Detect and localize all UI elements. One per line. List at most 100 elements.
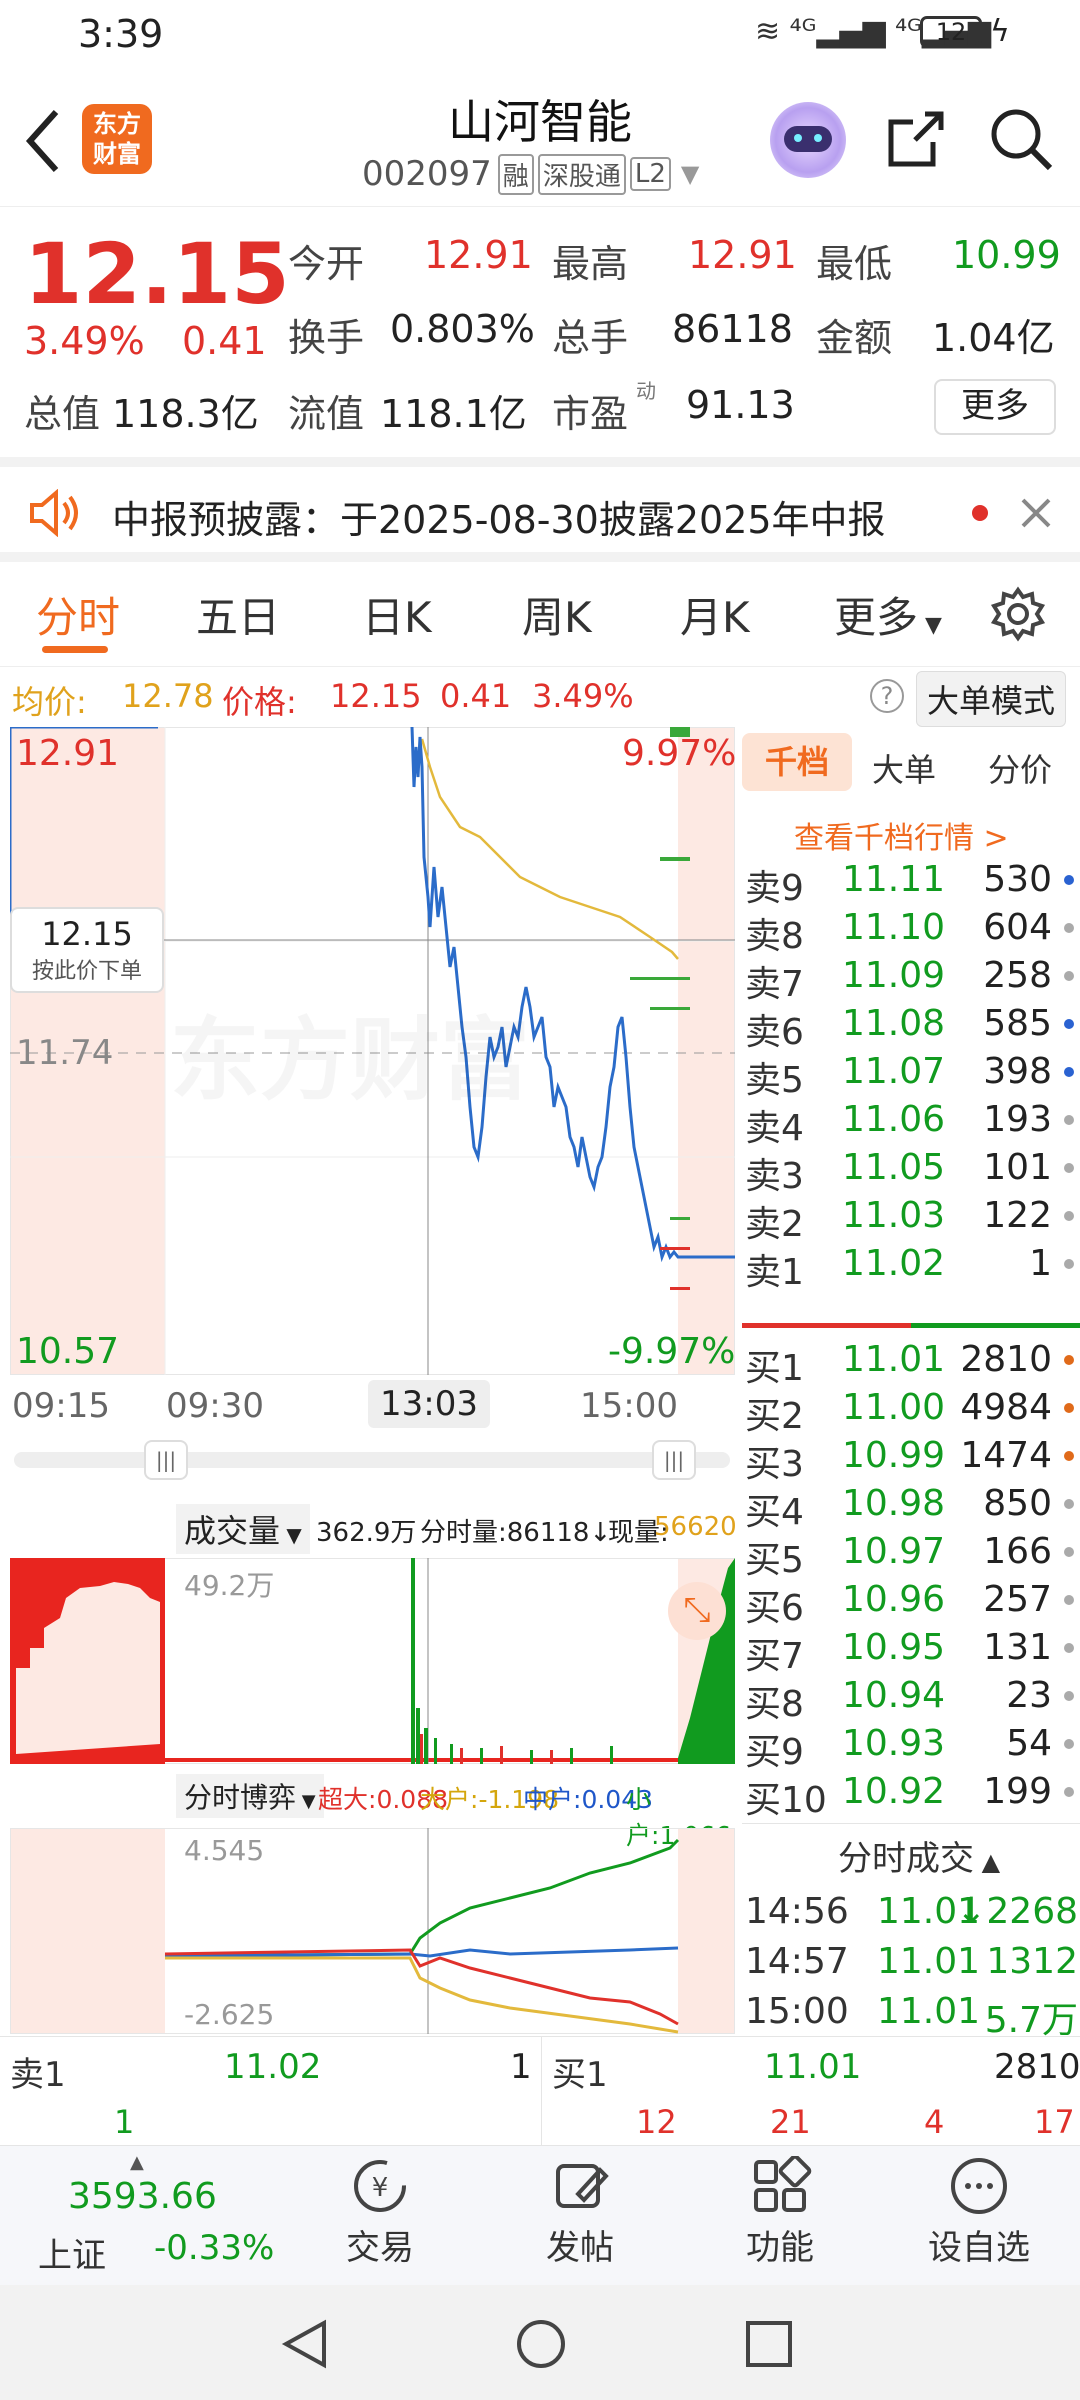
tab-weekly-k[interactable]: 周K [522,584,592,645]
float-value: 118.1亿 [380,392,527,436]
bid-marker-dot [1064,1355,1074,1365]
slider-left-handle[interactable]: ||| [144,1440,188,1480]
bid-row[interactable]: 买1 11.01 2810 [742,1335,1080,1389]
ask-row[interactable]: 卖2 11.03 122 [742,1191,1080,1245]
trade-time: 15:00 [745,1991,849,2032]
nav-home-icon[interactable] [514,2317,568,2371]
time-cursor: 13:03 [368,1380,490,1428]
tab-big-orders[interactable]: 大单 [872,745,936,791]
order-book: 千档 大单 分价 查看千档行情 > 卖9 11.11 530 卖8 11.10 604 卖7… [742,727,1080,2041]
view-thousand-levels-link[interactable]: 查看千档行情 > [794,813,1009,857]
cursor-price-tag[interactable]: 12.15 按此价下单 [10,907,164,993]
ask-volume: 398 [983,1051,1052,1092]
search-icon[interactable] [988,106,1054,172]
ask-volume: 1 [1029,1243,1052,1284]
close-icon[interactable] [1020,497,1052,529]
chart-top-pct: 9.97% [622,733,737,774]
amount-value: 1.04亿 [932,316,1055,360]
volume-selector[interactable]: 成交量 ▼ [176,1504,310,1554]
ask-row[interactable]: 卖9 11.11 530 [742,855,1080,909]
flow-max: 4.545 [184,1834,265,1867]
open-value: 12.91 [424,233,533,277]
trade-price: 11.01 [877,1941,981,1982]
speaker-icon [30,489,78,537]
add-watchlist-button[interactable]: 设自选 [914,2156,1044,2280]
tab-thousand-levels[interactable]: 千档 [742,733,852,791]
avg-label: 均价: [12,683,87,721]
ask-marker-dot [1064,1211,1074,1221]
bid-row[interactable]: 买6 10.96 257 [742,1575,1080,1629]
l2-badge: L2 [629,157,671,191]
tab-more[interactable]: 更多 ▼ [834,584,942,645]
notice-bar[interactable]: 中报预披露：于2025-08-30披露2025年中报 [0,457,1080,562]
ask-row[interactable]: 卖1 11.02 1 [742,1239,1080,1293]
turnover-label: 换手 [288,316,365,360]
volume-header: 成交量 ▼ 362.9万 分时量:86118↓ 现量: 56620 [0,1500,737,1556]
assistant-avatar-icon[interactable] [770,102,846,178]
bid-marker-dot [1064,1787,1074,1797]
expand-icon[interactable]: ⤡ [668,1582,726,1640]
bid-row[interactable]: 买2 11.00 4984 [742,1383,1080,1437]
bid-row[interactable]: 买9 10.93 54 [742,1719,1080,1773]
bid-row[interactable]: 买3 10.99 1474 [742,1431,1080,1485]
more-button[interactable]: 更多 [934,379,1056,435]
nav-recents-icon[interactable] [744,2319,794,2369]
ask-row[interactable]: 卖3 11.05 101 [742,1143,1080,1197]
big-order-mode-button[interactable]: 大单模式 [916,671,1067,727]
ask-row[interactable]: 卖7 11.09 258 [742,951,1080,1005]
tab-monthly-k[interactable]: 月K [680,584,750,645]
slider-right-handle[interactable]: ||| [652,1440,696,1480]
ask-marker-dot [1064,1259,1074,1269]
tab-five-day[interactable]: 五日 [196,584,280,645]
index-name: 上证 [38,2236,106,2276]
ask-row[interactable]: 卖5 11.07 398 [742,1047,1080,1101]
post-button[interactable]: 发帖 [520,2156,640,2280]
tab-price-distribution[interactable]: 分价 [988,745,1052,791]
flow-selector[interactable]: 分时博弈 ▼ [176,1774,324,1818]
trades-title[interactable]: 分时成交 ▲ [838,1831,1000,1880]
ask-row[interactable]: 卖4 11.06 193 [742,1095,1080,1149]
bid-row[interactable]: 买7 10.95 131 [742,1623,1080,1677]
bid-row[interactable]: 买4 10.98 850 [742,1479,1080,1533]
trade-button[interactable]: ¥ 交易 [320,2156,440,2280]
back-icon[interactable] [22,106,62,176]
bid-row[interactable]: 买8 10.94 23 [742,1671,1080,1725]
ask-marker-dot [1064,1019,1074,1029]
ask-row[interactable]: 卖8 11.10 604 [742,903,1080,957]
bid-row[interactable]: 买10 10.92 199 [742,1767,1080,1821]
functions-button[interactable]: 功能 [720,2154,840,2280]
bid-marker-dot [1064,1691,1074,1701]
range-slider[interactable] [14,1452,730,1468]
app-logo[interactable]: 东方 财富 [82,104,152,174]
ask-price: 11.11 [842,859,946,900]
tab-daily-k[interactable]: 日K [362,584,432,645]
pe-value: 91.13 [686,383,795,427]
index-widget[interactable]: ▲ 3593.66 上证 -0.33% [0,2146,274,2286]
more-dots-icon [951,2158,1007,2214]
volume-max: 49.2万 [184,1569,275,1602]
status-bar: 3:39 ≋ ⁴ᴳ▂▄▆ ⁴ᴳ▂▄▆ 12 ϟ [0,0,1080,72]
change-value: 0.41 [440,677,512,715]
help-icon[interactable]: ? [870,679,904,713]
system-nav-bar [0,2285,1080,2400]
trade-time: 14:56 [745,1891,849,1932]
stock-code-row[interactable]: 002097 融 深股通 L2 ▼ [362,153,699,195]
trade-volume: ↓2268 [956,1891,1078,1932]
tab-intraday[interactable]: 分时 [36,584,120,645]
settings-gear-icon[interactable] [990,586,1046,642]
intraday-chart[interactable]: 12.91 9.97% 11.74 10.57 -9.97% 东方财富 12.1… [10,727,737,1375]
flow-chart[interactable]: 4.545 -2.625 [10,1828,735,2034]
ask-volume: 258 [983,955,1052,996]
mktcap-label: 总值 [24,392,101,436]
share-icon[interactable] [885,108,947,170]
bid-price: 10.98 [842,1483,946,1524]
volume-chart[interactable]: 49.2万 ⤡ [10,1558,735,1764]
nav-back-icon[interactable] [280,2319,330,2369]
bid-row[interactable]: 买5 10.97 166 [742,1527,1080,1581]
ask-row[interactable]: 卖6 11.08 585 [742,999,1080,1053]
l1-ask-label: 卖1 [10,2055,66,2095]
bid-volume: 850 [983,1483,1052,1524]
trade-price: 11.01 [877,1991,981,2032]
high-value: 12.91 [688,233,797,277]
change-value: 0.41 [182,319,267,363]
